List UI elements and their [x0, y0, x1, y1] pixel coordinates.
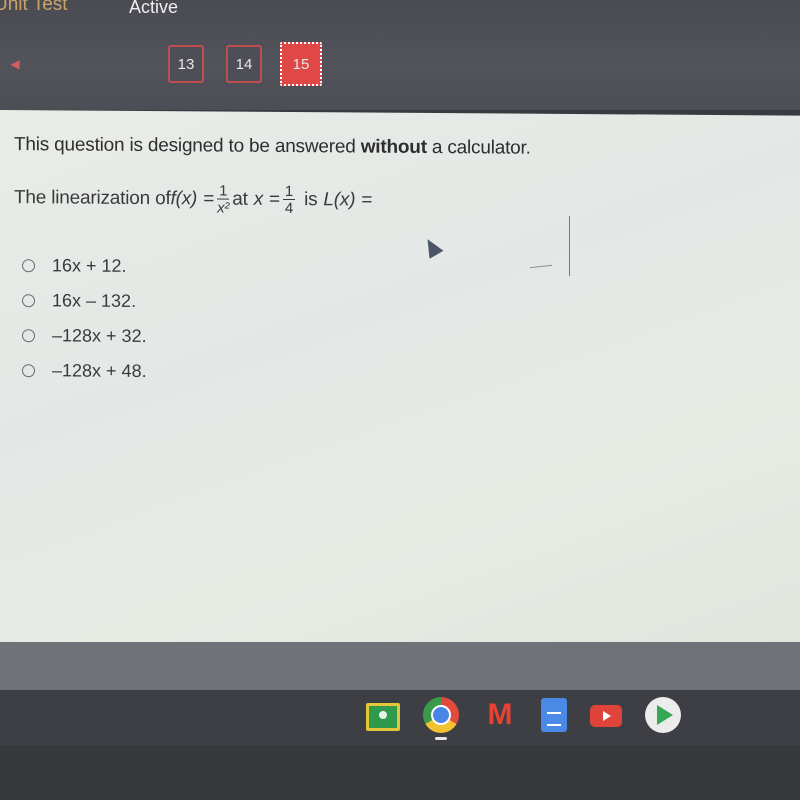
option-label: –128x + 48.: [52, 360, 147, 382]
question-nav-14[interactable]: 14: [226, 45, 262, 83]
youtube-icon[interactable]: [590, 705, 622, 727]
radio-button[interactable]: [22, 364, 35, 378]
screen-mark: [569, 216, 570, 276]
equals-sign: =: [269, 188, 280, 210]
test-status: Active: [129, 0, 179, 17]
function-fraction: 1 x²: [217, 182, 230, 217]
caret-left-icon: ◀: [10, 57, 20, 71]
test-header: Unit Test Active ◀ 13 14 15: [0, 0, 800, 110]
answer-option[interactable]: –128x + 48.: [22, 353, 147, 389]
radio-button[interactable]: [22, 329, 35, 343]
question-number: 13: [177, 55, 195, 73]
screen-bezel: [0, 745, 800, 800]
app-dock: M: [366, 697, 704, 740]
answer-option[interactable]: 16x – 132.: [22, 283, 147, 319]
running-indicator: [435, 737, 447, 740]
equals-sign: =: [361, 189, 373, 211]
option-label: –128x + 32.: [52, 325, 147, 347]
variable: x: [253, 188, 264, 210]
fraction-numerator: 1: [217, 182, 230, 200]
function-name: f(x): [170, 188, 198, 210]
page-footer-area: [0, 642, 800, 690]
option-label: 16x + 12.: [52, 255, 127, 276]
instruction-emphasis: without: [360, 136, 427, 158]
radio-button[interactable]: [22, 294, 35, 308]
radio-button[interactable]: [22, 259, 35, 273]
answer-option[interactable]: 16x + 12.: [22, 248, 147, 284]
option-label: 16x – 132.: [52, 290, 137, 311]
question-number: 14: [235, 55, 253, 73]
fraction-denominator: x²: [217, 199, 230, 217]
stem-text: The linearization of: [14, 187, 171, 210]
question-stem: The linearization of f(x) = 1 x² at x = …: [14, 182, 373, 218]
answer-option[interactable]: –128x + 32.: [22, 318, 147, 354]
equals-sign: =: [203, 188, 215, 210]
answer-options: 16x + 12. 16x – 132. –128x + 32. –128x +…: [22, 248, 147, 389]
gmail-glyph: M: [487, 698, 513, 731]
point-fraction: 1 4: [282, 182, 296, 218]
fraction-numerator: 1: [282, 182, 296, 201]
docs-icon[interactable]: [541, 698, 567, 732]
test-title: Unit Test: [0, 0, 68, 15]
classroom-icon[interactable]: [366, 703, 400, 731]
result-name: L(x): [323, 189, 356, 211]
question-nav-13[interactable]: 13: [168, 45, 204, 83]
question-nav-15-current[interactable]: 15: [280, 42, 322, 86]
question-number: 15: [292, 55, 310, 73]
previous-question-button[interactable]: ◀: [0, 46, 30, 82]
instruction-text: This question is designed to be answered: [14, 134, 361, 158]
fraction-denominator: 4: [284, 199, 294, 218]
instruction-text: a calculator.: [426, 136, 531, 159]
play-store-icon[interactable]: [645, 697, 681, 733]
stem-text: at: [232, 188, 248, 210]
gmail-icon[interactable]: M: [482, 697, 518, 733]
question-instruction: This question is designed to be answered…: [14, 134, 531, 160]
question-panel: This question is designed to be answered…: [0, 110, 800, 648]
chrome-icon[interactable]: [423, 697, 459, 740]
stem-text: is: [304, 189, 318, 211]
